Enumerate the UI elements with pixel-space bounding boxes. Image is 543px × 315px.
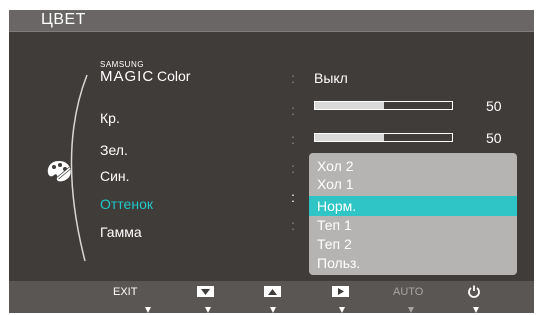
dropdown-option-custom[interactable]: Польз. bbox=[309, 255, 517, 271]
colon-separator: : bbox=[291, 70, 295, 86]
red-slider-fill bbox=[315, 102, 384, 109]
down-arrow-icon[interactable] bbox=[197, 286, 214, 297]
menu-item-green[interactable]: Зел. bbox=[100, 142, 128, 158]
menu-item-tone[interactable]: Оттенок bbox=[100, 196, 153, 212]
menu-icon-area bbox=[9, 32, 109, 275]
menu-item-blue[interactable]: Син. bbox=[100, 168, 130, 184]
green-value: 50 bbox=[486, 130, 502, 146]
magic-word: MAGIC bbox=[100, 68, 155, 85]
green-slider[interactable] bbox=[314, 133, 453, 142]
menu-arc-decoration bbox=[70, 74, 88, 262]
menu-item-red[interactable]: Кр. bbox=[100, 110, 120, 126]
green-slider-fill bbox=[315, 134, 384, 141]
dropdown-option-cool1[interactable]: Хол 1 bbox=[309, 176, 517, 192]
osd-window: ЦВЕТ SAMSUNG MAGIC Color Кр. Зел. Син. О… bbox=[9, 10, 534, 313]
colon-separator: : bbox=[291, 217, 295, 233]
colon-separator: : bbox=[291, 131, 295, 147]
red-value: 50 bbox=[486, 98, 502, 114]
dropdown-option-cool2[interactable]: Хол 2 bbox=[309, 158, 517, 174]
button-position-markers bbox=[145, 307, 479, 313]
dropdown-option-warm2[interactable]: Теп 2 bbox=[309, 236, 517, 252]
menu-item-gamma[interactable]: Гамма bbox=[100, 224, 142, 240]
window-title: ЦВЕТ bbox=[41, 11, 86, 28]
dropdown-option-normal[interactable]: Норм. bbox=[309, 196, 517, 216]
enter-arrow-icon[interactable] bbox=[332, 286, 349, 297]
red-slider[interactable] bbox=[314, 101, 453, 110]
title-bar: ЦВЕТ bbox=[9, 10, 534, 32]
colon-separator: : bbox=[291, 160, 295, 176]
tone-dropdown[interactable]: Хол 2 Хол 1 Норм. Теп 1 Теп 2 Польз. bbox=[309, 153, 517, 275]
magic-color-word: Color bbox=[157, 68, 191, 84]
palette-icon bbox=[47, 161, 71, 182]
exit-button[interactable]: EXIT bbox=[113, 286, 137, 298]
up-arrow-icon[interactable] bbox=[264, 286, 281, 297]
power-icon[interactable] bbox=[467, 284, 481, 298]
colon-separator: : bbox=[291, 102, 295, 118]
dropdown-option-warm1[interactable]: Теп 1 bbox=[309, 217, 517, 233]
magic-color-value: Выкл bbox=[314, 70, 348, 86]
auto-button[interactable]: AUTO bbox=[393, 286, 423, 298]
colon-separator: : bbox=[291, 189, 295, 205]
